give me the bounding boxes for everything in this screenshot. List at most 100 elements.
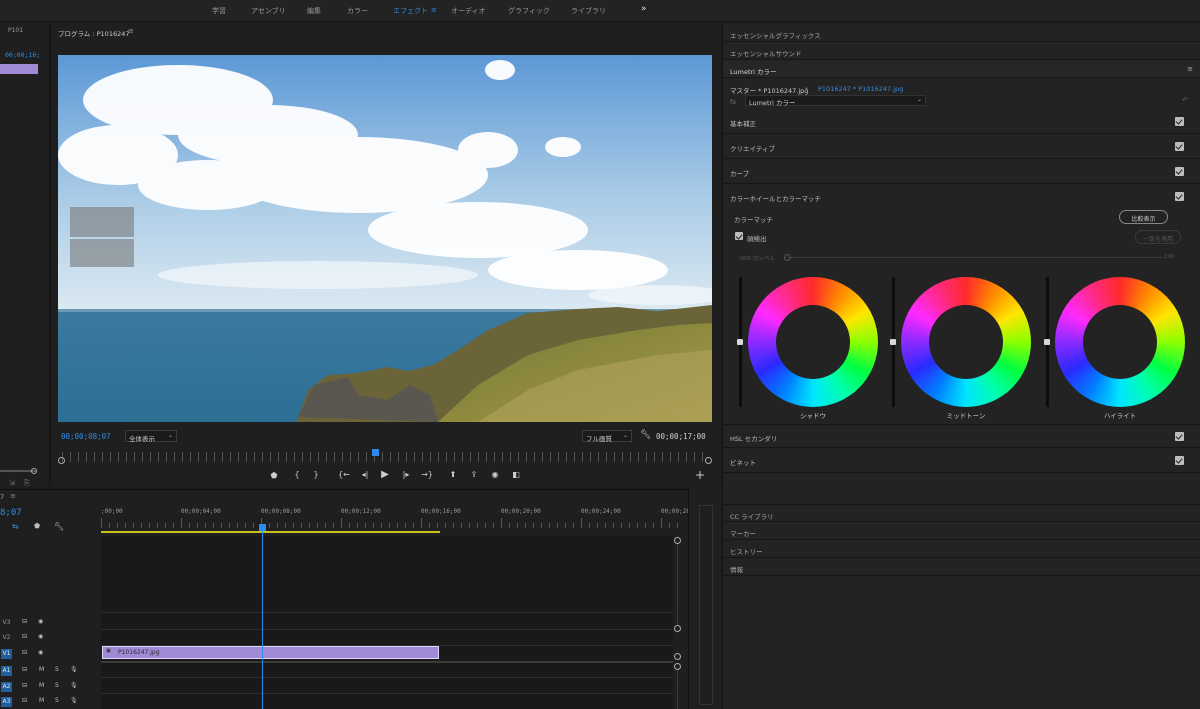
mic-icon[interactable]: 🎙︎: [70, 682, 78, 689]
go-to-in-icon[interactable]: {←: [337, 470, 351, 479]
history-header[interactable]: ヒストリー: [723, 540, 1200, 558]
mark-out-icon[interactable]: }: [309, 470, 323, 479]
lumetri-header[interactable]: Lumetri カラー ≡: [723, 60, 1200, 78]
timeline-wrench-icon[interactable]: 🔧︎: [54, 522, 64, 531]
go-to-out-icon[interactable]: →}: [420, 470, 434, 479]
scrubber-end-handle[interactable]: [705, 457, 712, 464]
info-header[interactable]: 情報: [723, 558, 1200, 576]
color-wheels-checkbox[interactable]: [1175, 192, 1184, 201]
tab-effects[interactable]: エフェクト: [393, 6, 428, 16]
mute-button[interactable]: M: [39, 697, 44, 704]
eye-icon[interactable]: ◉: [38, 649, 43, 656]
audio-scrollbar[interactable]: [677, 670, 678, 709]
toggle-sync-lock-icon[interactable]: ⊟: [22, 682, 27, 689]
audio-scroll-top-handle[interactable]: [674, 663, 681, 670]
highlight-luma-knob[interactable]: [1044, 339, 1050, 345]
panel-menu-icon[interactable]: ≡: [1187, 65, 1193, 73]
section-curves[interactable]: カーブ: [723, 160, 1200, 184]
section-color-wheels[interactable]: カラーホイールとカラーマッチ: [723, 185, 1200, 209]
track-divider-handle[interactable]: [674, 653, 681, 660]
program-menu-icon[interactable]: ≡: [128, 27, 134, 35]
hsl-checkbox[interactable]: [1175, 432, 1184, 441]
hdr-white-handle[interactable]: [784, 254, 791, 261]
face-detect-checkbox[interactable]: [735, 232, 743, 240]
zoom-select[interactable]: 全体表示 ⌄: [125, 430, 177, 443]
insert-icon[interactable]: ⇲: [9, 479, 15, 487]
apply-match-button[interactable]: 一致を適用: [1135, 230, 1181, 244]
timeline-timecode[interactable]: 8;07: [0, 508, 22, 518]
solo-button[interactable]: S: [55, 666, 59, 673]
step-back-icon[interactable]: ◂|: [358, 470, 372, 479]
eye-icon[interactable]: ◉: [38, 633, 43, 640]
mic-icon[interactable]: 🎙︎: [70, 697, 78, 704]
scrubber-start-handle[interactable]: [58, 457, 65, 464]
program-current-timecode[interactable]: 00;00;08;07: [61, 432, 111, 441]
midtone-luma-slider[interactable]: [890, 277, 896, 407]
midtone-color-wheel[interactable]: [901, 277, 1031, 407]
toggle-sync-lock-icon[interactable]: ⊟: [22, 666, 27, 673]
add-button-icon[interactable]: +: [693, 468, 707, 482]
lift-icon[interactable]: ⬆: [446, 470, 460, 479]
mark-in-icon[interactable]: {: [290, 470, 304, 479]
solo-button[interactable]: S: [55, 682, 59, 689]
timeline-playhead[interactable]: [259, 524, 266, 531]
vignette-checkbox[interactable]: [1175, 456, 1184, 465]
midtone-luma-knob[interactable]: [890, 339, 896, 345]
comparison-view-icon[interactable]: ◧: [509, 470, 523, 479]
essential-sound-header[interactable]: エッセンシャルサウンド: [723, 42, 1200, 60]
more-workspaces-icon[interactable]: »: [641, 4, 647, 14]
toggle-sync-lock-icon[interactable]: ⊟: [22, 618, 27, 625]
mute-button[interactable]: M: [39, 666, 44, 673]
add-marker-icon[interactable]: ⬟: [34, 522, 40, 530]
video-scrollbar[interactable]: [677, 544, 678, 626]
video-scroll-bottom-handle[interactable]: [674, 625, 681, 632]
mute-button[interactable]: M: [39, 682, 44, 689]
markers-header[interactable]: マーカー: [723, 522, 1200, 540]
snap-icon[interactable]: ⇆: [12, 522, 19, 531]
master-clip-label[interactable]: マスター * P1016247.jpg: [730, 85, 808, 95]
export-frame-icon[interactable]: ◉: [488, 470, 502, 479]
toggle-sync-lock-icon[interactable]: ⊟: [22, 649, 27, 656]
timeline-playhead-line[interactable]: [262, 526, 263, 709]
source-zoom-handle[interactable]: [31, 468, 37, 474]
creative-checkbox[interactable]: [1175, 142, 1184, 151]
timeline-menu-icon[interactable]: ≡: [10, 492, 16, 500]
sequence-clip-label[interactable]: P1016247 * P1016247.jpg: [818, 85, 903, 93]
tab-edit[interactable]: 編集: [307, 6, 321, 16]
shadow-luma-knob[interactable]: [737, 339, 743, 345]
reset-icon[interactable]: ↶: [1182, 96, 1188, 104]
step-forward-icon[interactable]: |▸: [399, 470, 413, 479]
solo-button[interactable]: S: [55, 697, 59, 704]
hdr-white-slider[interactable]: [787, 257, 1162, 258]
tab-learning[interactable]: 学習: [212, 6, 226, 16]
timeline-tab-fragment[interactable]: 7: [0, 493, 4, 501]
tab-effects-menu-icon[interactable]: ≡: [431, 6, 437, 14]
timeline-ruler[interactable]: ;00;00 00;00;04;00 00;00;08;00 00;00;12;00 0…: [101, 508, 697, 532]
cc-libraries-header[interactable]: CC ライブラリ: [723, 504, 1200, 522]
highlight-luma-slider[interactable]: [1044, 277, 1050, 407]
video-scroll-top-handle[interactable]: [674, 537, 681, 544]
shadow-luma-slider[interactable]: [737, 277, 743, 407]
timeline-clip[interactable]: ▣ P1016247.jpg: [102, 646, 439, 659]
work-area-bar[interactable]: [101, 531, 440, 533]
section-vignette[interactable]: ビネット: [723, 449, 1200, 473]
playhead[interactable]: [371, 449, 379, 456]
add-marker-icon[interactable]: ⬟: [267, 471, 281, 480]
compare-view-button[interactable]: 比較表示: [1119, 210, 1168, 224]
tab-color[interactable]: カラー: [347, 6, 368, 16]
shadow-color-wheel[interactable]: [748, 277, 878, 407]
tab-graphics[interactable]: グラフィック: [508, 6, 550, 16]
time-ruler[interactable]: [62, 452, 707, 462]
extract-icon[interactable]: ⇪: [467, 470, 481, 479]
toggle-sync-lock-icon[interactable]: ⊟: [22, 697, 27, 704]
eye-icon[interactable]: ◉: [38, 618, 43, 625]
section-creative[interactable]: クリエイティブ: [723, 135, 1200, 159]
quality-select[interactable]: フル画質 ⌄: [582, 430, 632, 443]
basic-correction-checkbox[interactable]: [1175, 117, 1184, 126]
fx-select[interactable]: Lumetri カラー ⌄: [745, 95, 926, 107]
chevron-down-icon[interactable]: ⌄: [804, 84, 809, 91]
fx-icon[interactable]: fx: [730, 98, 736, 106]
video-frame[interactable]: [58, 55, 712, 422]
tab-audio[interactable]: オーディオ: [451, 6, 486, 16]
curves-checkbox[interactable]: [1175, 167, 1184, 176]
